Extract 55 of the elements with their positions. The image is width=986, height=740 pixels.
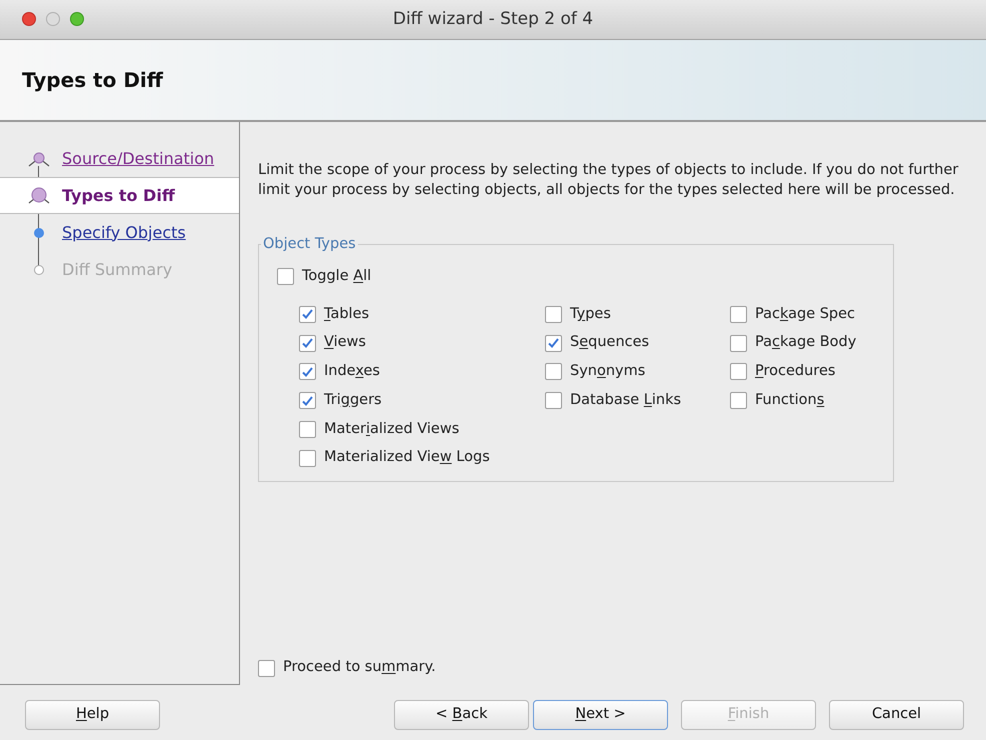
checkbox-label: Materialized View Logs <box>324 448 490 468</box>
wizard-button[interactable]: < Back <box>394 700 529 730</box>
checkbox[interactable] <box>299 363 316 380</box>
cancel-button[interactable]: Cancel <box>829 700 964 730</box>
wizard-button[interactable]: Next > <box>533 700 668 730</box>
checkmark-icon <box>302 338 313 348</box>
checkbox[interactable] <box>277 268 294 286</box>
checkbox[interactable] <box>730 334 747 352</box>
checkbox-label: Views <box>324 333 366 352</box>
checkbox-label: Package Body <box>755 333 856 352</box>
step-label: Diff Summary <box>62 258 172 280</box>
window-title: Diff wizard - Step 2 of 4 <box>392 8 594 31</box>
checkbox[interactable] <box>299 306 316 323</box>
checkbox-label: Toggle All <box>302 266 372 286</box>
close-button[interactable] <box>22 12 36 26</box>
group-title: Object Types <box>262 235 357 254</box>
checkbox-label: Tables <box>324 304 370 324</box>
step-dot-icon <box>33 226 45 238</box>
checkbox[interactable] <box>258 660 275 677</box>
checkmark-icon <box>302 396 313 406</box>
checkbox-label: Indexes <box>324 362 380 381</box>
checkbox-label: Synonyms <box>570 362 646 381</box>
checkbox-label: Triggers <box>324 390 382 410</box>
checkbox-label: Types <box>570 304 611 324</box>
help-button[interactable]: Help <box>25 700 160 730</box>
checkmark-icon <box>302 309 313 320</box>
checkbox-label: Functions <box>755 390 824 410</box>
step-circle-icon <box>33 264 45 276</box>
checkbox[interactable] <box>545 392 562 410</box>
checkmark-icon <box>302 366 313 377</box>
step-label: Types to Diff <box>62 184 175 206</box>
checkbox[interactable] <box>730 363 747 380</box>
checkbox-label: Sequences <box>570 333 650 352</box>
checkbox-label: Materialized Views <box>324 420 460 438</box>
checkbox[interactable] <box>299 392 316 410</box>
checkbox-label: Procedures <box>755 362 836 381</box>
checkbox[interactable] <box>545 363 562 380</box>
checkbox[interactable] <box>730 306 747 323</box>
checkbox[interactable] <box>299 420 316 438</box>
checkbox-label: Proceed to summary. <box>283 658 436 678</box>
checkbox[interactable] <box>299 450 316 467</box>
checkbox-label: Database Links <box>570 390 682 410</box>
description-text: Limit the scope of your process by selecting the types of objects to include. If you do not further limit your process by selecting objects, all objects for the types selected here will be processed. <box>258 161 960 200</box>
checkbox[interactable] <box>545 334 562 352</box>
page-heading: Types to Diff <box>22 67 163 94</box>
checkbox[interactable] <box>299 334 316 352</box>
zoom-button[interactable] <box>70 12 84 26</box>
step-node-icon <box>26 184 52 206</box>
checkmark-icon <box>548 338 559 348</box>
checkbox[interactable] <box>545 306 562 323</box>
step-label[interactable]: Source/Destination <box>62 146 214 170</box>
minimize-button[interactable] <box>46 12 60 26</box>
checkbox[interactable] <box>730 392 747 410</box>
step-label[interactable]: Specify Objects <box>62 220 186 244</box>
checkbox-label: Package Spec <box>755 304 856 324</box>
